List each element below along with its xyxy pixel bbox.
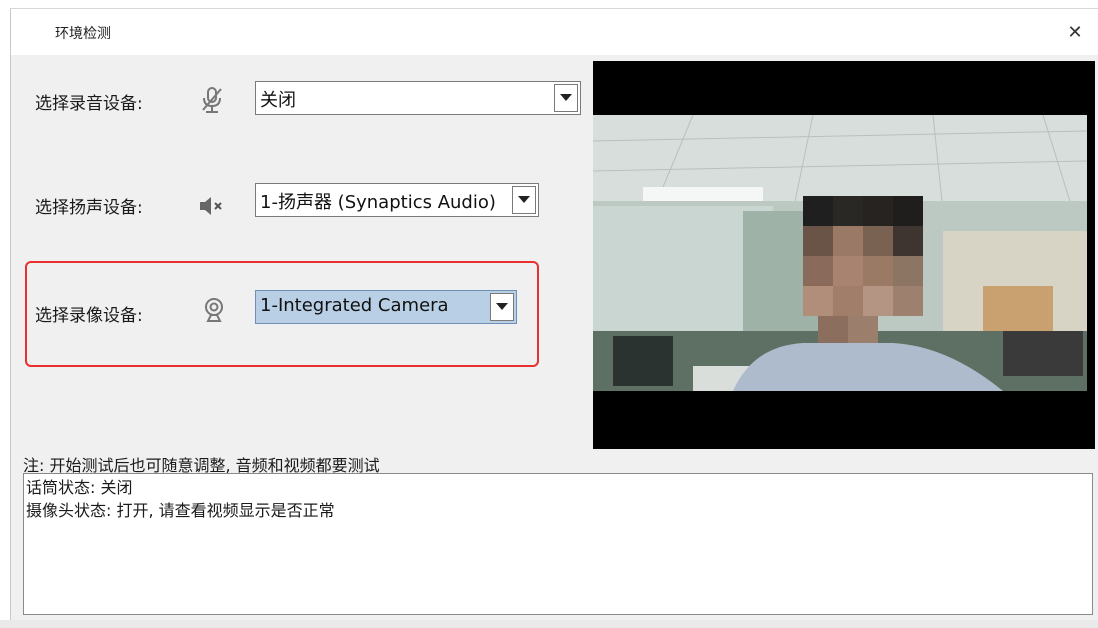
camera-status-line: 摄像头状态: 打开, 请查看视频显示是否正常	[26, 501, 335, 520]
webcam-icon	[199, 295, 229, 325]
status-output[interactable]: 话筒状态: 关闭 摄像头状态: 打开, 请查看视频显示是否正常	[23, 473, 1093, 615]
mic-device-label: 选择录音设备:	[35, 94, 143, 114]
camera-dropdown-button[interactable]	[490, 293, 514, 321]
mic-dropdown-button[interactable]	[554, 84, 578, 112]
camera-device-select[interactable]: 1-Integrated Camera	[255, 290, 517, 324]
speaker-device-select[interactable]: 1-扬声器 (Synaptics Audio)	[255, 183, 539, 217]
chevron-down-icon	[518, 196, 530, 203]
close-icon: ✕	[1067, 21, 1083, 43]
speaker-device-label: 选择扬声设备:	[35, 198, 143, 218]
camera-device-label: 选择录像设备:	[35, 306, 143, 326]
chevron-down-icon	[496, 303, 508, 310]
mic-device-value: 关闭	[260, 90, 296, 111]
close-button[interactable]: ✕	[1052, 9, 1098, 55]
speaker-dropdown-button[interactable]	[512, 186, 536, 214]
speaker-device-value: 1-扬声器 (Synaptics Audio)	[260, 192, 496, 213]
muted-microphone-icon	[197, 85, 227, 115]
camera-preview	[592, 61, 1095, 449]
mic-status-line: 话筒状态: 关闭	[26, 478, 133, 497]
environment-check-dialog: 环境检测 ✕ 选择录音设备: 关闭 选择扬声设备: 1-扬声器 (Synapti…	[10, 8, 1098, 620]
chevron-down-icon	[560, 94, 572, 101]
taskbar-strip	[0, 620, 1098, 628]
window-title: 环境检测	[55, 26, 111, 42]
muted-speaker-icon	[197, 191, 227, 221]
title-bar: 环境检测 ✕	[11, 9, 1098, 55]
mic-device-select[interactable]: 关闭	[255, 81, 581, 115]
camera-preview-image	[592, 61, 1095, 449]
camera-device-value: 1-Integrated Camera	[260, 295, 449, 316]
